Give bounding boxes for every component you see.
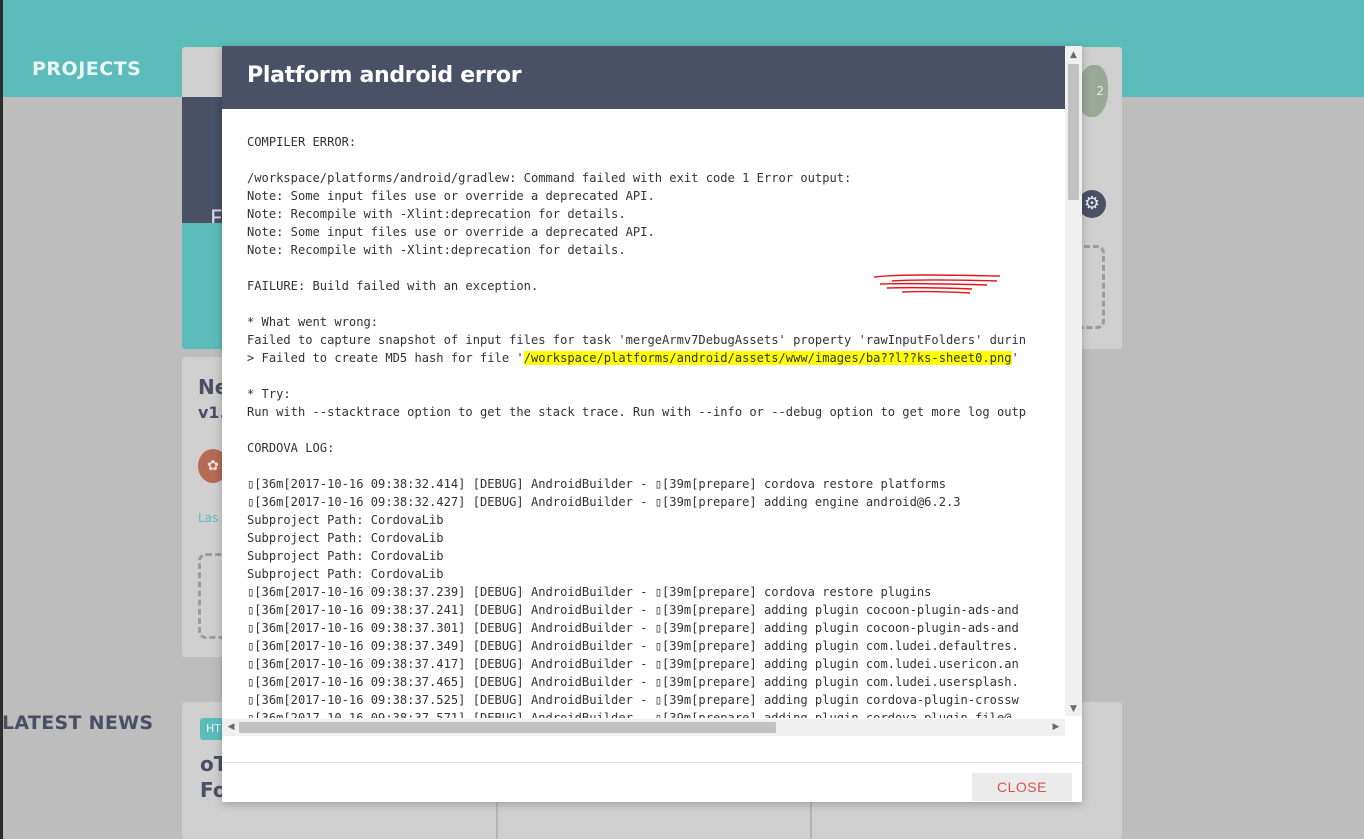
project-logo-icon: 2 — [1078, 65, 1108, 117]
log-line: ▯[36m[2017-10-16 09:38:37.241] [DEBUG] A… — [247, 603, 1019, 617]
scroll-left-arrow-icon[interactable]: ◀ — [224, 719, 238, 736]
log-line: Subproject Path: CordovaLib — [247, 549, 444, 563]
second-card-last-label: Las — [198, 511, 219, 525]
log-line: Note: Some input files use or override a… — [247, 225, 655, 239]
log-line: /workspace/platforms/android/gradlew: Co… — [247, 171, 852, 185]
log-line: ▯[36m[2017-10-16 09:38:37.349] [DEBUG] A… — [247, 639, 1019, 653]
horizontal-scroll-thumb[interactable] — [239, 722, 776, 733]
modal-header: Platform android error — [222, 46, 1065, 109]
log-line: * Try: — [247, 387, 291, 401]
scroll-up-arrow-icon[interactable]: ▲ — [1065, 48, 1082, 62]
gear-icon[interactable]: ⚙ — [1078, 190, 1106, 218]
log-line: ▯[36m[2017-10-16 09:38:37.417] [DEBUG] A… — [247, 657, 1019, 671]
log-line: * What went wrong: — [247, 315, 379, 329]
horizontal-scrollbar[interactable]: ◀ ▶ — [222, 719, 1065, 736]
latest-news-heading: LATEST NEWS — [2, 712, 154, 734]
error-log[interactable]: COMPILER ERROR: /workspace/platforms/andr… — [247, 133, 1065, 718]
error-modal: Platform android error ▲ ▼ COMPILER ERRO… — [222, 46, 1082, 802]
scroll-down-arrow-icon[interactable]: ▼ — [1065, 702, 1082, 716]
log-line-highlighted: > Failed to create MD5 hash for file '/w… — [247, 349, 1065, 367]
log-line: Note: Recompile with -Xlint:deprecation … — [247, 207, 626, 221]
scroll-right-arrow-icon[interactable]: ▶ — [1049, 719, 1063, 736]
log-line: ▯[36m[2017-10-16 09:38:37.571] [DEBUG] A… — [247, 711, 1012, 718]
log-line: CORDOVA LOG: — [247, 441, 335, 455]
log-line: Failed to capture snapshot of input file… — [247, 333, 1027, 347]
close-button[interactable]: CLOSE — [972, 773, 1072, 801]
log-line-prefix: > Failed to create MD5 hash for file ' — [247, 351, 524, 365]
modal-title: Platform android error — [247, 63, 522, 88]
log-line: Run with --stacktrace option to get the … — [247, 405, 1027, 419]
log-line: Subproject Path: CordovaLib — [247, 531, 444, 545]
log-line: ▯[36m[2017-10-16 09:38:32.414] [DEBUG] A… — [247, 477, 946, 491]
modal-footer-divider — [222, 762, 1082, 763]
nav-projects[interactable]: PROJECTS — [32, 58, 141, 80]
log-line-suffix: ' — [1011, 351, 1019, 365]
vertical-scroll-thumb[interactable] — [1068, 64, 1079, 200]
log-line: ▯[36m[2017-10-16 09:38:37.465] [DEBUG] A… — [247, 675, 1019, 689]
log-line: ▯[36m[2017-10-16 09:38:32.427] [DEBUG] A… — [247, 495, 961, 509]
log-line: Note: Recompile with -Xlint:deprecation … — [247, 243, 626, 257]
log-line: COMPILER ERROR: — [247, 135, 357, 149]
log-line: Subproject Path: CordovaLib — [247, 513, 444, 527]
log-line: Note: Some input files use or override a… — [247, 189, 655, 203]
highlighted-file-path: /workspace/platforms/android/assets/www/… — [523, 351, 1012, 365]
log-line: ▯[36m[2017-10-16 09:38:37.239] [DEBUG] A… — [247, 585, 932, 599]
red-underline-annotation — [873, 274, 1001, 294]
log-line: ▯[36m[2017-10-16 09:38:37.301] [DEBUG] A… — [247, 621, 1019, 635]
vertical-scrollbar[interactable]: ▲ ▼ — [1065, 46, 1082, 716]
log-line: ▯[36m[2017-10-16 09:38:37.525] [DEBUG] A… — [247, 693, 1019, 707]
log-line: Subproject Path: CordovaLib — [247, 567, 444, 581]
